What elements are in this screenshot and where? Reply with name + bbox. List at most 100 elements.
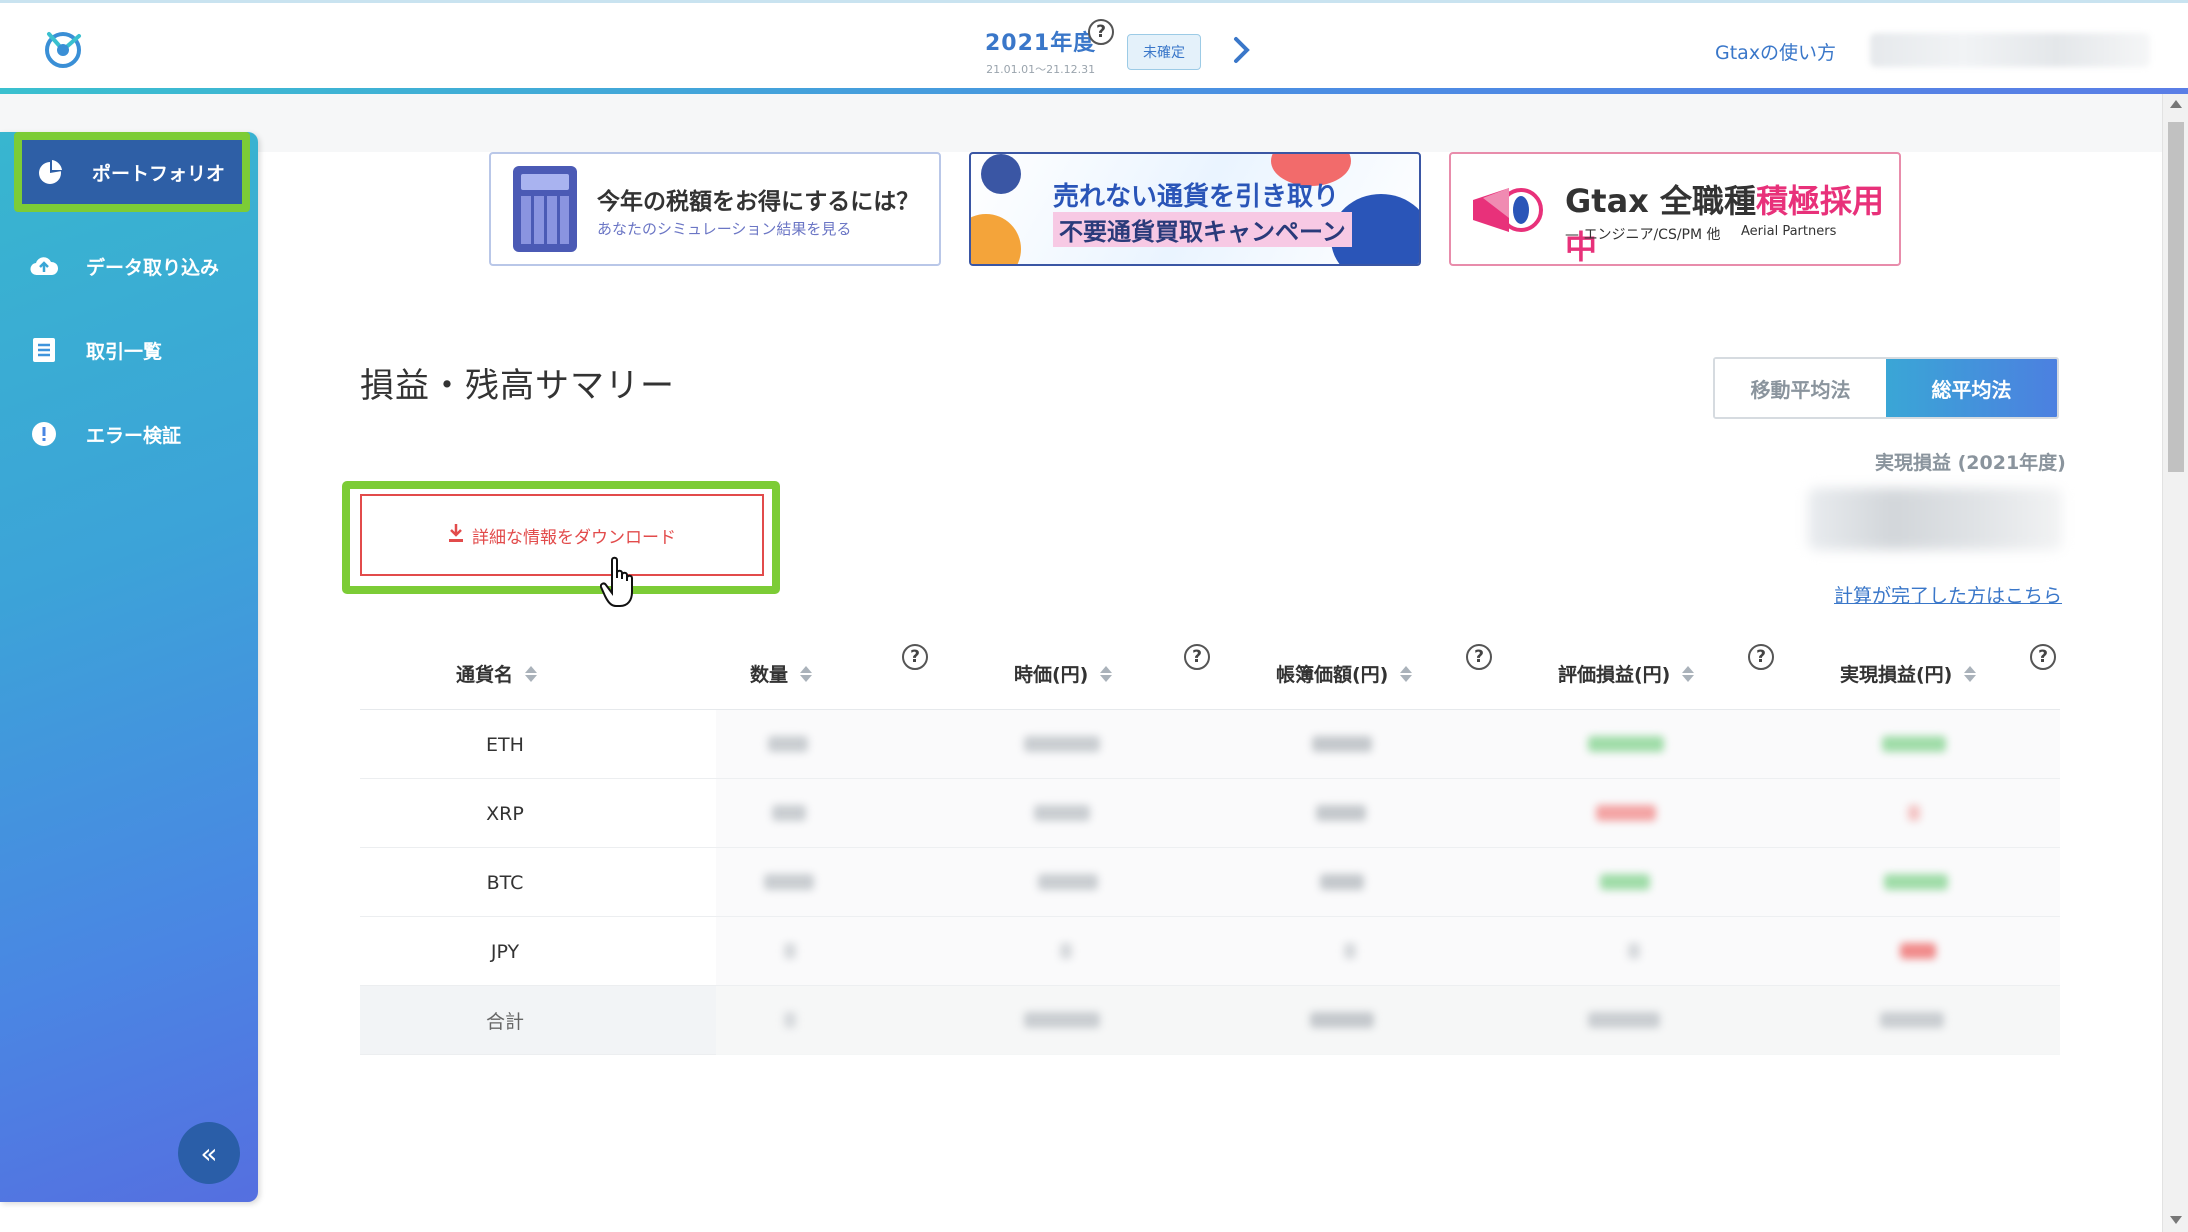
banner-brand: Aerial Partners [1741,224,1837,239]
column-header-unrealized-pnl[interactable]: 評価損益(円) [1558,660,1695,687]
market-price-help-icon[interactable]: ? [1184,644,1210,670]
collapse-sidebar-button[interactable]: « [178,1122,240,1184]
redacted-cell [1024,736,1100,752]
download-label: 詳細な情報をダウンロード [472,527,676,548]
quantity-help-icon[interactable]: ? [902,644,928,670]
sidebar: ポートフォリオ データ取り込み 取引一覧 エラー検証 « [0,132,258,1202]
redacted-cell [1024,1012,1100,1028]
currency-name: BTC [486,871,524,894]
redacted-values [716,986,2060,1055]
banner-tax-simulation[interactable]: 今年の税額をお得にするには？ あなたのシミュレーション結果を見る [489,152,941,266]
list-icon [30,336,58,364]
redacted-values [716,710,2060,779]
realized-pnl-label: 実現損益 (2021年度) [1875,452,2066,474]
currency-name: XRP [486,802,524,825]
redacted-cell [1310,1012,1374,1028]
column-header-label: 評価損益(円) [1558,664,1671,686]
year-help-icon[interactable]: ? [1088,19,1114,45]
decor-blob [981,154,1021,194]
pie-chart-icon [36,158,64,186]
banner-title-prefix: Gtax 全職種 [1565,182,1756,220]
unrealized-pnl-help-icon[interactable]: ? [1748,644,1774,670]
hand-pointer-cursor-icon [600,556,633,607]
table-row-total[interactable]: 合計 [360,986,2060,1055]
alert-icon [30,420,58,448]
column-header-quantity[interactable]: 数量 [750,660,813,687]
gtax-logo-icon[interactable] [40,25,86,71]
redacted-cell [1038,874,1098,890]
sidebar-item-label: ポートフォリオ [92,162,226,185]
cloud-upload-icon [30,252,58,280]
sort-icon[interactable] [1682,665,1695,682]
redacted-cell [1628,943,1640,959]
banner-subtitle: — エンジニア/CS/PM 他 [1565,227,1721,243]
chevrons-left-icon: « [200,1136,218,1170]
currency-name: 合計 [485,1011,524,1033]
table-row[interactable]: XRP [360,779,2060,848]
toggle-total-average[interactable]: 総平均法 [1886,359,2057,417]
sidebar-item-label: エラー検証 [86,424,182,447]
scroll-down-icon[interactable] [2170,1216,2182,1224]
column-header-market-price[interactable]: 時価(円) [1014,660,1113,687]
scroll-up-icon[interactable] [2170,100,2182,108]
banner-subtitle: あなたのシミュレーション結果を見る [597,220,852,238]
table-row[interactable]: JPY [360,917,2060,986]
summary-table: 通貨名 数量 ? 時価(円) ? 帳簿価額(円) ? 評価損益(円) ? 実現損… [360,630,2060,1055]
banner-subtitle: 不要通貨買取キャンペーン [1053,212,1352,247]
sub-header-strip [0,94,2164,152]
banner-title: 今年の税額をお得にするには？ [597,189,920,215]
banner-recruiting[interactable]: Gtax 全職種積極採用中 — エンジニア/CS/PM 他 Aerial Par… [1449,152,1901,266]
user-account-menu[interactable] [1870,33,2150,67]
currency-name: ETH [486,733,524,756]
redacted-cell [1316,805,1366,821]
banner-buyback-campaign[interactable]: 売れない通貨を引き取り 不要通貨買取キャンペーン [969,152,1421,266]
table-row[interactable]: ETH [360,710,2060,779]
sidebar-item-data-import[interactable]: データ取り込み [0,226,258,306]
next-year-arrow-icon[interactable] [1232,35,1252,71]
redacted-cell [1060,943,1072,959]
redacted-cell [764,874,814,890]
column-header-currency[interactable]: 通貨名 [456,660,538,687]
banner-title: 売れない通貨を引き取り [1053,182,1340,212]
column-header-label: 数量 [750,664,789,686]
redacted-cell [772,805,806,821]
redacted-values [716,848,2060,917]
redacted-cell [1344,943,1356,959]
calculation-complete-link[interactable]: 計算が完了した方はこちら [1834,581,2062,608]
how-to-use-link[interactable]: Gtaxの使い方 [1715,38,1836,65]
table-row[interactable]: BTC [360,848,2060,917]
scroll-thumb[interactable] [2168,122,2184,472]
book-value-help-icon[interactable]: ? [1466,644,1492,670]
fiscal-year-range: 21.01.01〜21.12.31 [986,63,1096,76]
calculation-method-toggle: 移動平均法 総平均法 [1713,357,2059,419]
sort-icon[interactable] [1964,665,1977,682]
column-header-label: 帳簿価額(円) [1276,664,1389,686]
sidebar-item-transactions[interactable]: 取引一覧 [0,310,258,390]
status-badge: 未確定 [1127,34,1201,70]
redacted-cell [1900,943,1936,959]
fiscal-year-title: 2021年度 [985,31,1097,56]
page-scrollbar[interactable] [2162,94,2188,1232]
toggle-moving-average[interactable]: 移動平均法 [1715,359,1886,417]
column-header-label: 通貨名 [456,664,514,686]
column-header-book-value[interactable]: 帳簿価額(円) [1276,660,1413,687]
sidebar-item-error-check[interactable]: エラー検証 [0,394,258,474]
redacted-cell [1596,805,1656,821]
realized-pnl-help-icon[interactable]: ? [2030,644,2056,670]
fiscal-year-selector[interactable]: 2021年度 21.01.01〜21.12.31 [985,25,1096,77]
redacted-cell [1600,874,1650,890]
calculator-icon [513,166,577,252]
download-details-button[interactable]: 詳細な情報をダウンロード [360,494,764,576]
sort-icon[interactable] [1100,665,1113,682]
sidebar-item-label: データ取り込み [86,256,220,279]
sidebar-item-portfolio[interactable]: ポートフォリオ [14,132,250,212]
redacted-cell [1908,805,1920,821]
column-header-realized-pnl[interactable]: 実現損益(円) [1840,660,1977,687]
redacted-cell [1320,874,1364,890]
redacted-cell [1588,1012,1660,1028]
banner-title: Gtax 全職種積極採用中 [1565,176,1899,264]
sort-icon[interactable] [1400,665,1413,682]
redacted-values [716,779,2060,848]
sort-icon[interactable] [800,665,813,682]
sort-icon[interactable] [525,665,538,682]
